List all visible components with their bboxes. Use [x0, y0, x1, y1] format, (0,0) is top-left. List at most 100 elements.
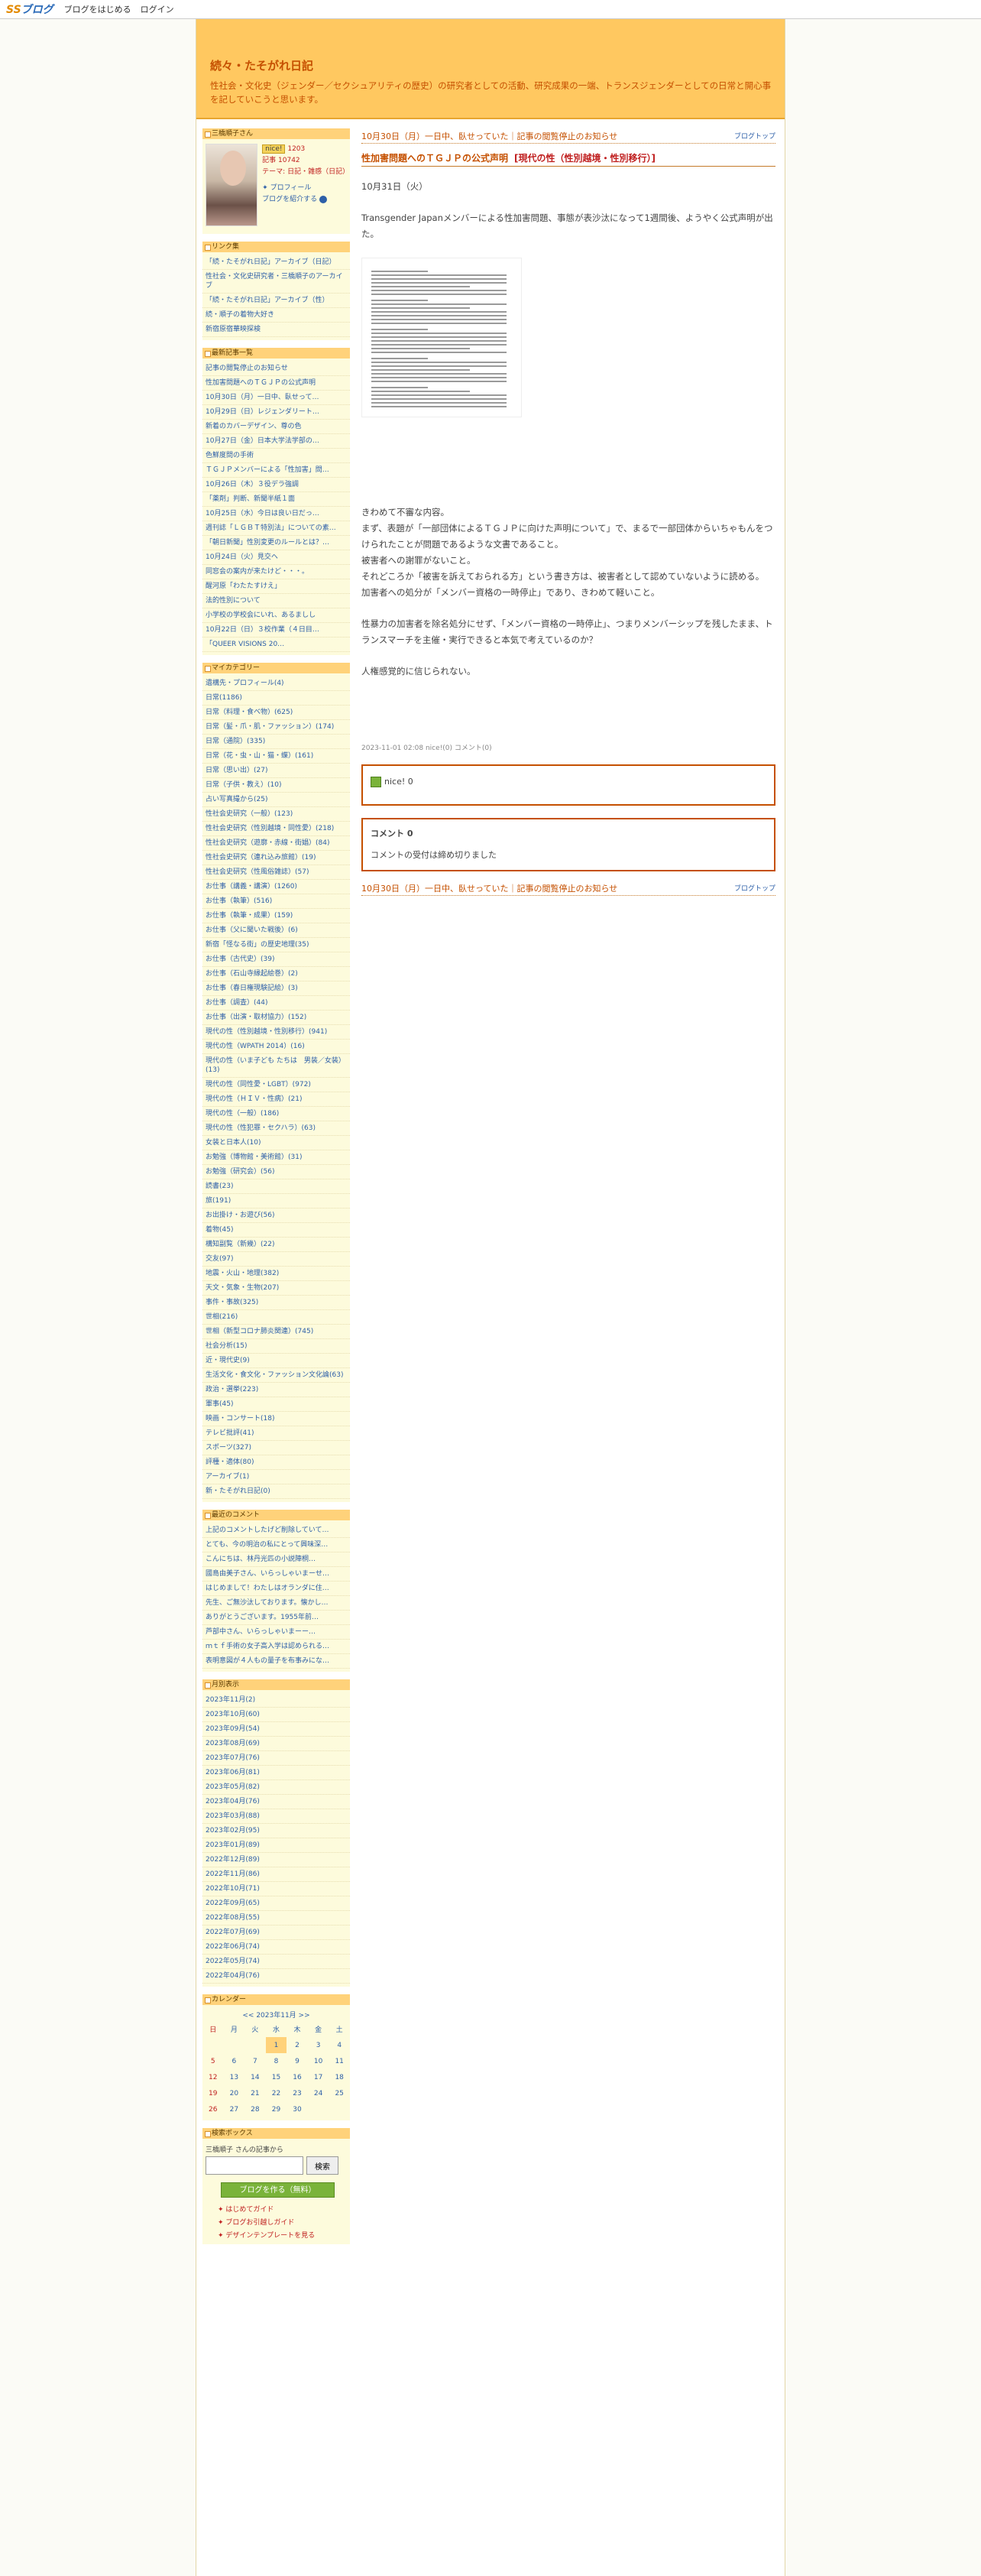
calendar-day[interactable]: 5: [202, 2053, 224, 2069]
sidebar-list-item[interactable]: 2023年01月(89): [202, 1838, 350, 1853]
sidebar-list-item[interactable]: 2023年05月(82): [202, 1780, 350, 1795]
move-guide-link[interactable]: ✦ ブログお引越しガイド: [202, 2215, 350, 2228]
sidebar-list-item[interactable]: 10月25日（水）今日は良い日だっ…: [202, 507, 350, 521]
sidebar-list-item[interactable]: 近・現代史(9): [202, 1354, 350, 1368]
login-link[interactable]: ログイン: [141, 3, 174, 15]
search-input[interactable]: [206, 2156, 303, 2175]
sidebar-list-item[interactable]: 「QUEER VISIONS 20…: [202, 638, 350, 652]
sidebar-list-item[interactable]: お勉強（博物館・美術館）(31): [202, 1150, 350, 1165]
sidebar-list-item[interactable]: 上記のコメントしたげど削除していて…: [202, 1523, 350, 1538]
sidebar-list-item[interactable]: お仕事（古代史）(39): [202, 952, 350, 967]
sidebar-list-item[interactable]: 2022年06月(74): [202, 1940, 350, 1955]
make-blog-button[interactable]: ブログを作る（無料）: [221, 2182, 335, 2198]
sidebar-list-item[interactable]: 週刊誌「ＬＧＢＴ特別法」についての素…: [202, 521, 350, 536]
sidebar-list-item[interactable]: 新・たそがれ日記(0): [202, 1484, 350, 1499]
calendar-day[interactable]: 4: [329, 2037, 350, 2053]
sidebar-list-item[interactable]: 新宿原宿華映探検: [202, 323, 350, 337]
sidebar-list-item[interactable]: 生活文化・食文化・ファッション文化論(63): [202, 1368, 350, 1383]
sidebar-list-item[interactable]: お仕事（出演・取材協力）(152): [202, 1011, 350, 1025]
sidebar-list-item[interactable]: 芦部中さん、いらっしゃいまーー…: [202, 1625, 350, 1640]
sidebar-list-item[interactable]: 続・順子の着物大好き: [202, 308, 350, 323]
sidebar-list-item[interactable]: 2022年12月(89): [202, 1853, 350, 1867]
sidebar-list-item[interactable]: こんにちは、林丹光匹の小説陣桐…: [202, 1552, 350, 1567]
sidebar-list-item[interactable]: 現代の性（性犯罪・セクハラ）(63): [202, 1121, 350, 1136]
sidebar-list-item[interactable]: 2023年11月(2): [202, 1693, 350, 1708]
sidebar-list-item[interactable]: お勉強（研究会）(56): [202, 1165, 350, 1179]
sidebar-list-item[interactable]: 2023年06月(81): [202, 1766, 350, 1780]
sidebar-list-item[interactable]: 10月29日（日）レジェンダリート…: [202, 405, 350, 420]
calendar-day[interactable]: 19: [202, 2085, 224, 2101]
calendar-day[interactable]: 16: [287, 2069, 308, 2085]
sidebar-list-item[interactable]: 性社会史研究（遊廓・赤線・街娼）(84): [202, 836, 350, 851]
prev-article-link[interactable]: 10月30日（月）一日中、臥せっていた｜記事の閲覧停止のお知らせ: [361, 882, 617, 894]
sidebar-list-item[interactable]: 「続・たそがれ日記」アーカイブ（性）: [202, 294, 350, 308]
blog-top-link[interactable]: ブログトップ: [734, 131, 775, 141]
sidebar-list-item[interactable]: 「朝日新聞」性別変更のルールとは？…: [202, 536, 350, 550]
calendar-day[interactable]: 12: [202, 2069, 224, 2085]
sidebar-list-item[interactable]: 日常（通院）(335): [202, 735, 350, 749]
beginner-guide-link[interactable]: ✦ はじめてガイド: [202, 2202, 350, 2215]
sidebar-list-item[interactable]: 読書(23): [202, 1179, 350, 1194]
sidebar-list-item[interactable]: 新宿「怪なる街」の歴史地理(35): [202, 938, 350, 952]
sidebar-list-item[interactable]: 映画・コンサート(18): [202, 1412, 350, 1426]
calendar-day[interactable]: 29: [266, 2101, 287, 2117]
sidebar-list-item[interactable]: 軍事(45): [202, 1397, 350, 1412]
nice-icon[interactable]: [371, 777, 381, 787]
sidebar-list-item[interactable]: 評種・適体(80): [202, 1455, 350, 1470]
sidebar-list-item[interactable]: 遺構先・プロフィール(4): [202, 676, 350, 691]
sidebar-list-item[interactable]: お仕事（父に聞いた戦後）(6): [202, 923, 350, 938]
sidebar-list-item[interactable]: お仕事（執筆）(516): [202, 894, 350, 909]
sidebar-list-item[interactable]: 2022年10月(71): [202, 1882, 350, 1896]
calendar-day[interactable]: 18: [329, 2069, 350, 2085]
sidebar-list-item[interactable]: 性社会史研究（一般）(123): [202, 807, 350, 822]
sidebar-list-item[interactable]: 2022年04月(76): [202, 1969, 350, 1984]
sidebar-list-item[interactable]: 天文・気象・生物(207): [202, 1281, 350, 1296]
sidebar-list-item[interactable]: 「薬剤」判断、新聞半紙１面: [202, 492, 350, 507]
sidebar-list-item[interactable]: 政治・選挙(223): [202, 1383, 350, 1397]
sidebar-list-item[interactable]: 2023年02月(95): [202, 1824, 350, 1838]
calendar-day[interactable]: 13: [224, 2069, 245, 2085]
calendar-day[interactable]: 3: [308, 2037, 329, 2053]
sidebar-list-item[interactable]: 女装と日本人(10): [202, 1136, 350, 1150]
sidebar-list-item[interactable]: 性社会史研究（連れ込み旅館）(19): [202, 851, 350, 865]
prev-article-link[interactable]: 10月30日（月）一日中、臥せっていた｜記事の閲覧停止のお知らせ: [361, 130, 617, 142]
sidebar-list-item[interactable]: 先生、ご無沙汰しております。懐かし…: [202, 1596, 350, 1611]
sidebar-list-item[interactable]: 同窓会の案内が来たけど・・・。: [202, 565, 350, 579]
sidebar-list-item[interactable]: 法的性別について: [202, 594, 350, 608]
sidebar-list-item[interactable]: 旅(191): [202, 1194, 350, 1209]
sidebar-list-item[interactable]: ｍｔｆ手術の女子高入学は認められる…: [202, 1640, 350, 1654]
sidebar-list-item[interactable]: 世相(216): [202, 1310, 350, 1325]
calendar-day[interactable]: 10: [308, 2053, 329, 2069]
sidebar-list-item[interactable]: 2023年08月(69): [202, 1737, 350, 1751]
sidebar-list-item[interactable]: 日常（料理・食べ物）(625): [202, 706, 350, 720]
sidebar-list-item[interactable]: お仕事（春日権現験記絵）(3): [202, 981, 350, 996]
sidebar-list-item[interactable]: 日常(1186): [202, 691, 350, 706]
sidebar-list-item[interactable]: お仕事（石山寺縁起絵巻）(2): [202, 967, 350, 981]
sidebar-list-item[interactable]: 2022年08月(55): [202, 1911, 350, 1926]
sidebar-list-item[interactable]: 小学校の学校会にいれ、あるましし: [202, 608, 350, 623]
calendar-day[interactable]: 6: [224, 2053, 245, 2069]
calendar-day[interactable]: 22: [266, 2085, 287, 2101]
sidebar-list-item[interactable]: 日常（思い出）(27): [202, 764, 350, 778]
sidebar-list-item[interactable]: 10月22日（日）３校作業（４日目…: [202, 623, 350, 638]
sidebar-list-item[interactable]: 新着のカバーデザイン、尊の色: [202, 420, 350, 434]
calendar-day[interactable]: 27: [224, 2101, 245, 2117]
sidebar-list-item[interactable]: 2022年11月(86): [202, 1867, 350, 1882]
calendar-day[interactable]: 25: [329, 2085, 350, 2101]
calendar-day[interactable]: 21: [244, 2085, 266, 2101]
blog-top-link[interactable]: ブログトップ: [734, 883, 775, 893]
calendar-day[interactable]: 7: [244, 2053, 266, 2069]
calendar-month-nav[interactable]: << 2023年11月 >>: [202, 2008, 350, 2021]
calendar-day[interactable]: 8: [266, 2053, 287, 2069]
calendar-day[interactable]: 28: [244, 2101, 266, 2117]
sidebar-list-item[interactable]: 2023年07月(76): [202, 1751, 350, 1766]
sidebar-list-item[interactable]: 構知副覧（新幾）(22): [202, 1238, 350, 1252]
blog-title[interactable]: 続々・たそがれ日記: [210, 57, 313, 73]
sidebar-list-item[interactable]: 性社会・文化史研究者・三橋順子のアーカイブ: [202, 270, 350, 294]
calendar-day[interactable]: 15: [266, 2069, 287, 2085]
sidebar-list-item[interactable]: 現代の性（同性愛・LGBT）(972): [202, 1078, 350, 1092]
sidebar-list-item[interactable]: 色鮮度問の手術: [202, 449, 350, 463]
sidebar-list-item[interactable]: 2023年04月(76): [202, 1795, 350, 1809]
article-category-link[interactable]: [現代の性（性別越境・性別移行）]: [514, 151, 656, 164]
sidebar-list-item[interactable]: 2023年10月(60): [202, 1708, 350, 1722]
